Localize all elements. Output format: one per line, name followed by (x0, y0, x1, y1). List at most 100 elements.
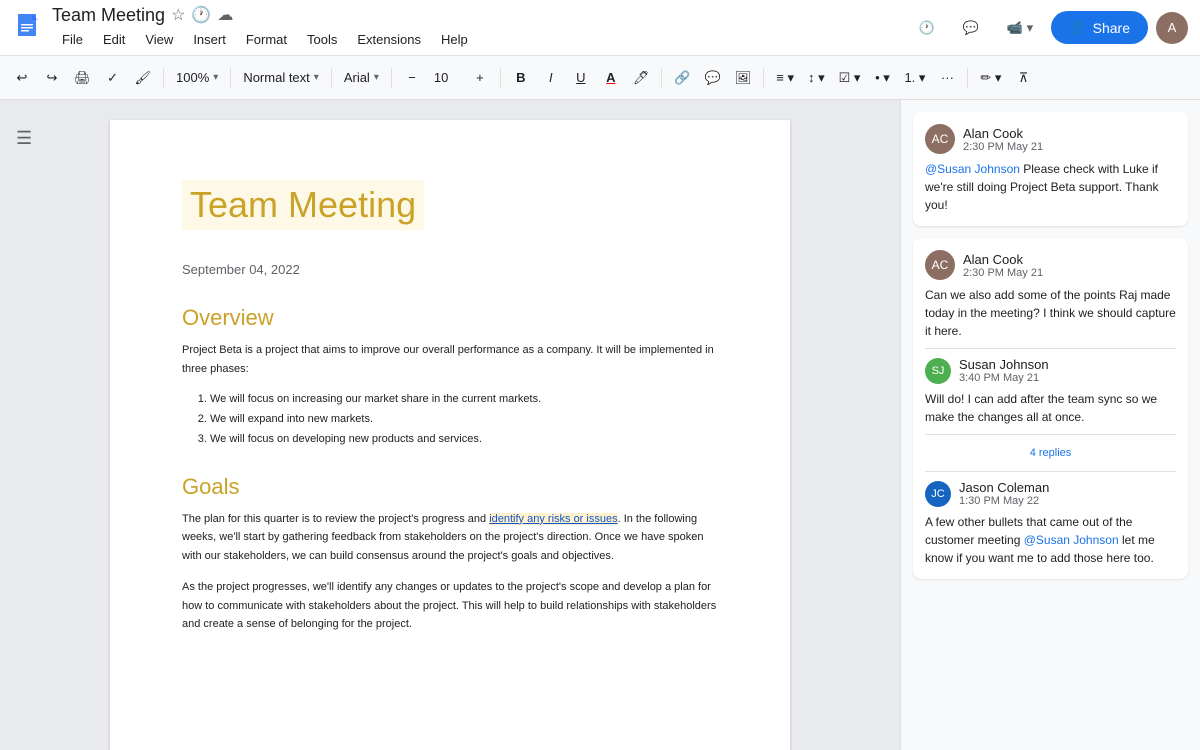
undo-button[interactable]: ↩ (8, 64, 36, 92)
doc-title[interactable]: Team Meeting (52, 5, 165, 26)
reply-avatar-1: SJ (925, 358, 951, 384)
goals-paragraph-1: The plan for this quarter is to review t… (182, 510, 718, 566)
document-page[interactable]: Team Meeting September 04, 2022 Overview… (110, 120, 790, 750)
outline-toggle[interactable]: ☰ (8, 120, 40, 157)
comment-text-1: @Susan Johnson Please check with Luke if… (925, 160, 1176, 214)
comment-text-2: Can we also add some of the points Raj m… (925, 286, 1176, 340)
jason-mention[interactable]: @Susan Johnson (1024, 533, 1119, 547)
menu-view[interactable]: View (135, 28, 183, 51)
reply-text-2: A few other bullets that came out of the… (925, 513, 1176, 567)
more-options-button[interactable]: ··· (933, 64, 961, 92)
style-dropdown[interactable]: Normal text ▾ (237, 64, 325, 92)
history-button[interactable]: 🕐 (909, 14, 945, 42)
comment-time-2: 2:30 PM May 21 (963, 267, 1043, 279)
italic-button[interactable]: I (537, 64, 565, 92)
comment-header-1: AC Alan Cook 2:30 PM May 21 (925, 124, 1176, 154)
bullet-list-button[interactable]: • ▾ (868, 64, 896, 92)
numbered-list-button[interactable]: 1. ▾ (898, 64, 931, 92)
redo-button[interactable]: ↪ (38, 64, 66, 92)
reply-avatar-2: JC (925, 481, 951, 507)
font-size-dropdown[interactable]: 10 (428, 64, 464, 92)
comment-author-info-2: Alan Cook 2:30 PM May 21 (963, 252, 1043, 279)
document-title: Team Meeting (182, 180, 424, 230)
text-color-button[interactable]: A (597, 64, 625, 92)
spell-check-button[interactable]: ✓ (99, 64, 127, 92)
font-size-increase-button[interactable]: + (466, 64, 494, 92)
highlight-color-button[interactable]: 🖊 (627, 64, 656, 92)
share-label: Share (1093, 20, 1130, 36)
reply-author-2: Jason Coleman (959, 480, 1049, 495)
line-spacing-button[interactable]: ↕ ▾ (802, 64, 831, 92)
header-right: 🕐 💬 📹 ▾ 👤 Share A (909, 11, 1189, 44)
cloud-icon[interactable]: ☁ (217, 5, 233, 25)
separator-4 (391, 68, 392, 88)
zoom-value: 100% (176, 70, 209, 85)
doc-title-row: Team Meeting ☆ 🕐 ☁ (52, 5, 909, 26)
menu-edit[interactable]: Edit (93, 28, 135, 51)
menu-help[interactable]: Help (431, 28, 478, 51)
zoom-chevron: ▾ (213, 72, 218, 83)
paint-format-button[interactable]: 🖌 (129, 64, 158, 92)
separator-8 (967, 68, 968, 88)
font-chevron: ▾ (374, 72, 379, 83)
font-size-decrease-button[interactable]: − (398, 64, 426, 92)
goals-heading: Goals (182, 474, 718, 500)
editing-mode-button[interactable]: ✏ ▾ (974, 64, 1007, 92)
comment-author-2: Alan Cook (963, 252, 1043, 267)
reply-author-info-2: Jason Coleman 1:30 PM May 22 (959, 480, 1049, 507)
comment-author-info-1: Alan Cook 2:30 PM May 21 (963, 126, 1043, 153)
menu-extensions[interactable]: Extensions (347, 28, 431, 51)
overview-paragraph: Project Beta is a project that aims to i… (182, 341, 718, 378)
comment-mention-1[interactable]: @Susan Johnson (925, 162, 1020, 176)
separator-2 (230, 68, 231, 88)
style-value: Normal text (243, 70, 309, 85)
user-avatar[interactable]: A (1156, 12, 1188, 44)
menu-insert[interactable]: Insert (183, 28, 236, 51)
zoom-dropdown[interactable]: 100% ▾ (170, 64, 224, 92)
reply-header-1: SJ Susan Johnson 3:40 PM May 21 (925, 357, 1176, 384)
share-icon: 👤 (1069, 19, 1086, 36)
menu-file[interactable]: File (52, 28, 93, 51)
font-dropdown[interactable]: Arial ▾ (338, 64, 385, 92)
comment-divider-3 (925, 471, 1176, 472)
comment-time-1: 2:30 PM May 21 (963, 141, 1043, 153)
reply-text-1: Will do! I can add after the team sync s… (925, 390, 1176, 426)
align-button[interactable]: ≡ ▾ (770, 64, 800, 92)
clock-icon[interactable]: 🕐 (191, 5, 211, 25)
reply-count[interactable]: 4 replies (925, 443, 1176, 463)
menu-tools[interactable]: Tools (297, 28, 347, 51)
checklist-button[interactable]: ☑ ▾ (833, 64, 867, 92)
expand-button[interactable]: ⊼ (1009, 64, 1037, 92)
print-button[interactable]: 🖨 (68, 64, 97, 92)
link-button[interactable]: 🔗 (668, 64, 696, 92)
font-value: Arial (344, 70, 370, 85)
image-button[interactable]: 🖼 (729, 64, 758, 92)
style-chevron: ▾ (314, 72, 319, 83)
comments-button[interactable]: 💬 (953, 14, 989, 42)
comment-author-1: Alan Cook (963, 126, 1043, 141)
reply-author-1: Susan Johnson (959, 357, 1049, 372)
goals-highlight[interactable]: identify any risks or issues (489, 513, 617, 525)
comment-divider-2 (925, 434, 1176, 435)
comment-card-1: AC Alan Cook 2:30 PM May 21 @Susan Johns… (913, 112, 1188, 226)
toolbar: ↩ ↪ 🖨 ✓ 🖌 100% ▾ Normal text ▾ Arial ▾ −… (0, 56, 1200, 100)
comment-header-2: AC Alan Cook 2:30 PM May 21 (925, 250, 1176, 280)
share-button[interactable]: 👤 Share (1051, 11, 1148, 44)
reply-time-1: 3:40 PM May 21 (959, 372, 1049, 384)
comments-panel: AC Alan Cook 2:30 PM May 21 @Susan Johns… (900, 100, 1200, 750)
separator-3 (331, 68, 332, 88)
comment-avatar-2: AC (925, 250, 955, 280)
main-area: ☰ Team Meeting September 04, 2022 Overvi… (0, 100, 1200, 750)
star-icon[interactable]: ☆ (171, 5, 185, 25)
document-area[interactable]: ☰ Team Meeting September 04, 2022 Overvi… (0, 100, 900, 750)
overview-heading: Overview (182, 305, 718, 331)
outline-icon: ☰ (16, 128, 32, 148)
underline-button[interactable]: U (567, 64, 595, 92)
bold-button[interactable]: B (507, 64, 535, 92)
menu-format[interactable]: Format (236, 28, 297, 51)
separator-7 (763, 68, 764, 88)
comment-divider-1 (925, 348, 1176, 349)
meet-button[interactable]: 📹 ▾ (997, 14, 1043, 42)
comment-button[interactable]: 💬 (699, 64, 727, 92)
comment-avatar-1: AC (925, 124, 955, 154)
